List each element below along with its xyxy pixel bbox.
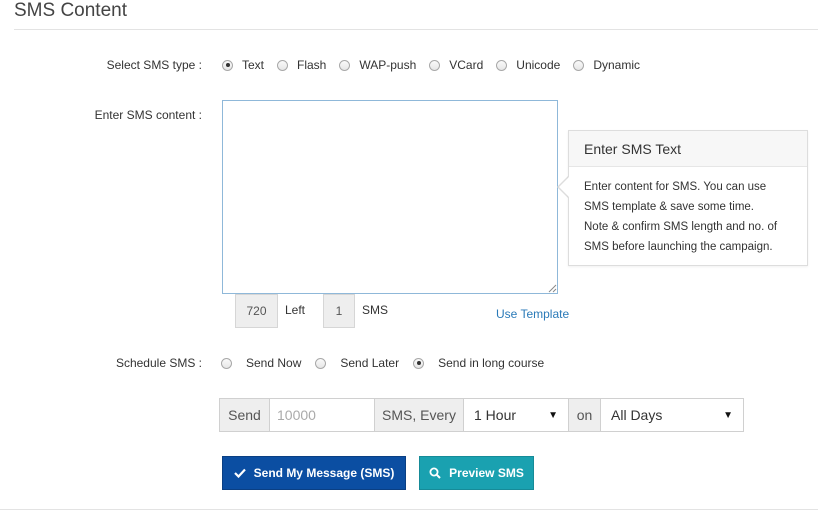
schedule-option-long-course[interactable]: Send in long course [413, 356, 544, 370]
tooltip-body: Enter content for SMS. You can use SMS t… [584, 181, 778, 253]
send-addon: Send [220, 399, 270, 431]
schedule-option-send-later[interactable]: Send Later [315, 356, 399, 370]
long-course-row: Send SMS, Every 1 Hour ▼ on All Days ▼ [219, 398, 744, 432]
chars-left-counter: 720 [235, 294, 278, 328]
title-divider [14, 29, 818, 30]
sms-type-option-wap-push[interactable]: WAP-push [339, 58, 416, 72]
caret-down-icon: ▼ [723, 409, 733, 421]
days-select[interactable]: All Days ▼ [601, 399, 743, 431]
schedule-label: Schedule SMS : [115, 356, 202, 370]
tooltip-title: Enter SMS Text [569, 131, 807, 167]
sms-count-counter: 1 [323, 294, 355, 328]
sms-type-option-dynamic[interactable]: Dynamic [573, 58, 640, 72]
search-icon [429, 467, 441, 479]
use-template-link[interactable]: Use Template [496, 307, 569, 321]
check-icon [233, 468, 246, 478]
every-addon: SMS, Every [375, 399, 464, 431]
sms-type-option-text[interactable]: Text [222, 58, 264, 72]
section-title: SMS Content [14, 0, 127, 21]
on-addon: on [569, 399, 601, 431]
radio-button[interactable] [573, 59, 585, 71]
radio-button[interactable] [429, 59, 441, 71]
preview-sms-button[interactable]: Preview SMS [419, 456, 534, 490]
radio-button[interactable] [315, 357, 327, 369]
schedule-radio-group: Send Now Send Later Send in long course [221, 356, 544, 370]
resize-grip-icon[interactable] [548, 284, 557, 293]
sms-count-label: SMS [362, 303, 389, 317]
sms-type-radio-group: Text Flash WAP-push VCard Unicode Dynami… [222, 58, 640, 72]
radio-button[interactable] [221, 357, 232, 369]
sms-type-option-unicode[interactable]: Unicode [496, 58, 560, 72]
sms-quantity-input[interactable] [270, 399, 375, 431]
caret-down-icon: ▼ [548, 409, 558, 421]
bottom-divider [0, 509, 818, 510]
sms-content-label: Enter SMS content : [94, 108, 202, 122]
sms-type-label: Select SMS type : [106, 58, 202, 72]
sms-type-option-flash[interactable]: Flash [277, 58, 326, 72]
schedule-option-send-now[interactable]: Send Now [221, 356, 301, 370]
radio-button[interactable] [496, 59, 508, 71]
chars-left-label: Left [285, 303, 306, 317]
radio-button[interactable] [339, 59, 351, 71]
radio-button[interactable] [413, 357, 425, 369]
send-message-button[interactable]: Send My Message (SMS) [222, 456, 406, 490]
interval-select[interactable]: 1 Hour ▼ [464, 399, 569, 431]
radio-button[interactable] [277, 59, 289, 71]
sms-text-tooltip: Enter SMS Text Enter content for SMS. Yo… [568, 130, 808, 266]
sms-content-textarea[interactable] [222, 100, 558, 294]
sms-type-option-vcard[interactable]: VCard [429, 58, 483, 72]
tooltip-arrow-fill [559, 177, 569, 197]
radio-button[interactable] [222, 59, 233, 71]
